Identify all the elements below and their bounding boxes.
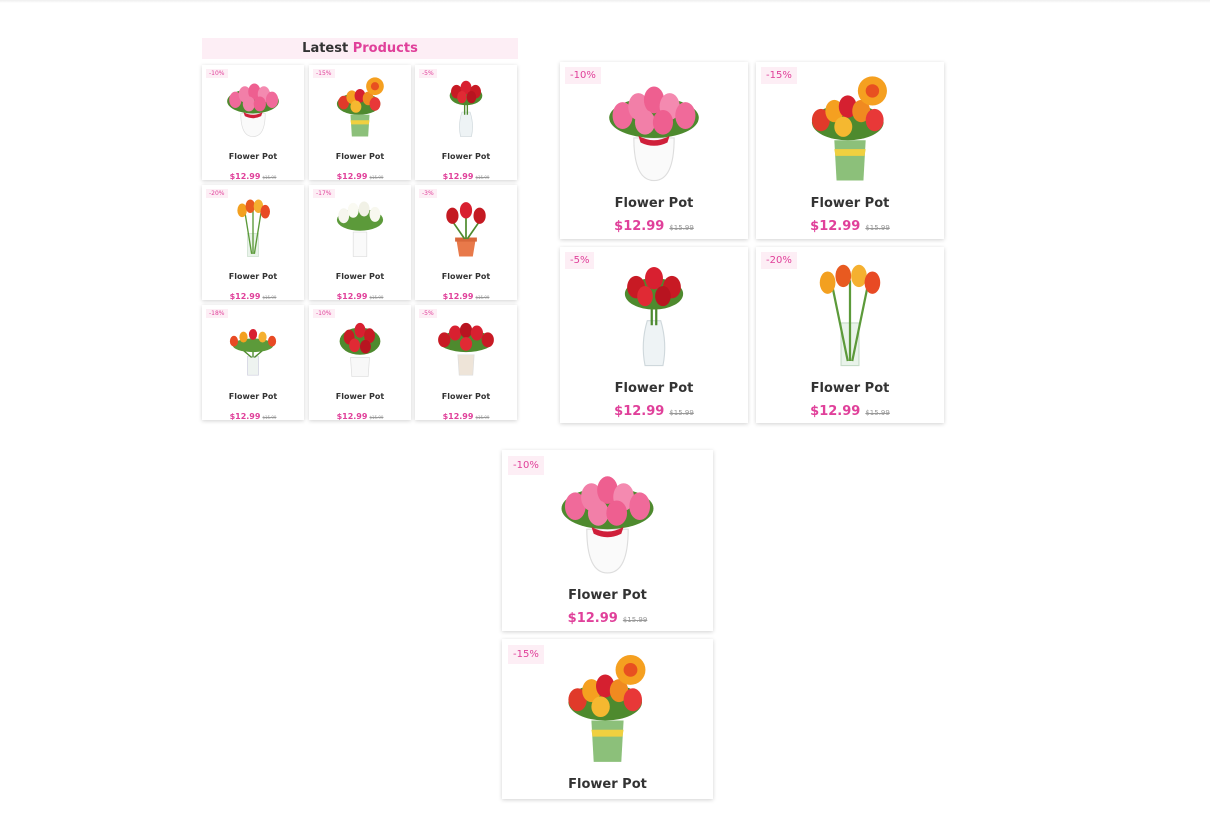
product-price: $12.99 <box>336 292 368 300</box>
old-price: $15.99 <box>262 175 277 180</box>
product-name[interactable]: Flower Pot <box>202 272 304 281</box>
product-name[interactable]: Flower Pot <box>560 381 748 396</box>
product-name[interactable]: Flower Pot <box>560 196 748 211</box>
product-price: $12.99 <box>442 172 474 180</box>
old-price: $15.99 <box>262 415 277 420</box>
product-price: $12.99 <box>810 404 861 419</box>
product-name[interactable]: Flower Pot <box>202 392 304 401</box>
product-card[interactable]: -15% Flower Pot $12.99 $15.99 <box>756 62 944 239</box>
red-tulips-glass-vase-image <box>624 266 684 367</box>
product-card[interactable]: -3% Flower Pot $12.99 $15.99 <box>415 185 517 300</box>
old-price: $15.99 <box>865 409 890 417</box>
product-name[interactable]: Flower Pot <box>202 152 304 161</box>
product-card[interactable]: -18% Flower Pot $12.99 $15.99 <box>202 305 304 420</box>
product-price: $12.99 <box>810 219 861 234</box>
product-card[interactable]: -5% Flower Pot $12.99 $15.99 <box>560 247 748 423</box>
product-price: $12.99 <box>229 292 261 300</box>
product-card[interactable]: -20% Flower Pot $12.99 $15.99 <box>202 185 304 300</box>
old-price: $15.99 <box>669 409 694 417</box>
product-price: $12.99 <box>229 172 261 180</box>
product-card[interactable]: -10% Flower Pot $12.99 $15.99 <box>202 65 304 180</box>
discount-badge: -15% <box>508 645 544 664</box>
old-price: $15.99 <box>475 415 490 420</box>
product-name[interactable]: Flower Pot <box>309 152 411 161</box>
pink-tulips-white-vase-image <box>227 83 279 137</box>
pink-tulips-white-vase-image <box>561 476 654 574</box>
orange-tulips-glass-vase-image <box>237 199 270 257</box>
old-price: $15.99 <box>262 295 277 300</box>
discount-badge: -20% <box>761 252 797 269</box>
product-price: $12.99 <box>567 611 618 626</box>
pink-tulips-white-vase-image <box>609 86 699 182</box>
old-price: $15.99 <box>369 175 384 180</box>
product-name[interactable]: Flower Pot <box>756 196 944 211</box>
discount-badge: -5% <box>419 69 437 78</box>
old-price: $15.99 <box>475 295 490 300</box>
old-price: $15.99 <box>475 175 490 180</box>
discount-badge: -10% <box>313 309 335 318</box>
product-card[interactable]: -5% Flower Pot $12.99 $15.99 <box>415 65 517 180</box>
mixed-tulips-green-pot-image <box>811 76 887 181</box>
white-tulips-white-vase-image <box>336 201 384 257</box>
old-price: $15.99 <box>369 295 384 300</box>
product-price: $12.99 <box>614 219 665 234</box>
discount-badge: -10% <box>565 67 601 84</box>
product-name[interactable]: Flower Pot <box>415 272 517 281</box>
discount-badge: -15% <box>313 69 335 78</box>
spread-tulips-small-vase-image <box>229 328 277 376</box>
section-title: Latest Products <box>202 38 518 59</box>
mixed-tulips-green-pot-image <box>568 654 646 762</box>
product-price: $12.99 <box>614 404 665 419</box>
product-price: $12.99 <box>442 292 474 300</box>
product-name[interactable]: Flower Pot <box>502 588 713 603</box>
old-price: $15.99 <box>369 415 384 420</box>
discount-badge: -5% <box>419 309 437 318</box>
product-name[interactable]: Flower Pot <box>415 152 517 161</box>
red-tulips-cream-pot-image <box>438 322 494 376</box>
orange-tulips-glass-vase-image <box>819 264 881 367</box>
product-price: $12.99 <box>336 172 368 180</box>
discount-badge: -15% <box>761 67 797 84</box>
product-card[interactable]: -20% Flower Pot $12.99 $15.99 <box>756 247 944 423</box>
discount-badge: -10% <box>206 69 228 78</box>
product-card[interactable]: -5% Flower Pot $12.99 $15.99 <box>415 305 517 420</box>
section-title-accent: Products <box>352 41 418 56</box>
red-tulips-clay-pot-image <box>446 202 486 257</box>
mixed-tulips-green-pot-image <box>336 77 384 137</box>
discount-badge: -5% <box>565 252 595 269</box>
product-card[interactable]: -17% Flower Pot $12.99 $15.99 <box>309 185 411 300</box>
discount-badge: -3% <box>419 189 437 198</box>
section-title-plain: Latest <box>302 41 349 56</box>
discount-badge: -17% <box>313 189 335 198</box>
product-name[interactable]: Flower Pot <box>309 272 411 281</box>
discount-badge: -20% <box>206 189 228 198</box>
old-price: $15.99 <box>622 616 648 624</box>
product-price: $12.99 <box>336 412 368 420</box>
product-price: $12.99 <box>442 412 474 420</box>
old-price: $15.99 <box>669 224 694 232</box>
product-card[interactable]: -15% Flower Pot $12.99 $15.99 <box>309 65 411 180</box>
discount-badge: -10% <box>508 456 544 475</box>
product-name[interactable]: Flower Pot <box>502 777 713 792</box>
product-name[interactable]: Flower Pot <box>309 392 411 401</box>
red-tulips-white-bucket-image <box>339 322 381 377</box>
product-card[interactable]: -10% Flower Pot $12.99 $15.99 <box>502 450 713 631</box>
product-card[interactable]: -15% Flower Pot <box>502 639 713 799</box>
discount-badge: -18% <box>206 309 228 318</box>
product-price: $12.99 <box>229 412 261 420</box>
product-card[interactable]: -10% Flower Pot $12.99 $15.99 <box>309 305 411 420</box>
top-divider <box>0 0 1210 3</box>
product-name[interactable]: Flower Pot <box>415 392 517 401</box>
product-card[interactable]: -10% Flower Pot $12.99 $15.99 <box>560 62 748 239</box>
product-name[interactable]: Flower Pot <box>756 381 944 396</box>
red-tulips-glass-vase-image <box>449 80 483 137</box>
old-price: $15.99 <box>865 224 890 232</box>
